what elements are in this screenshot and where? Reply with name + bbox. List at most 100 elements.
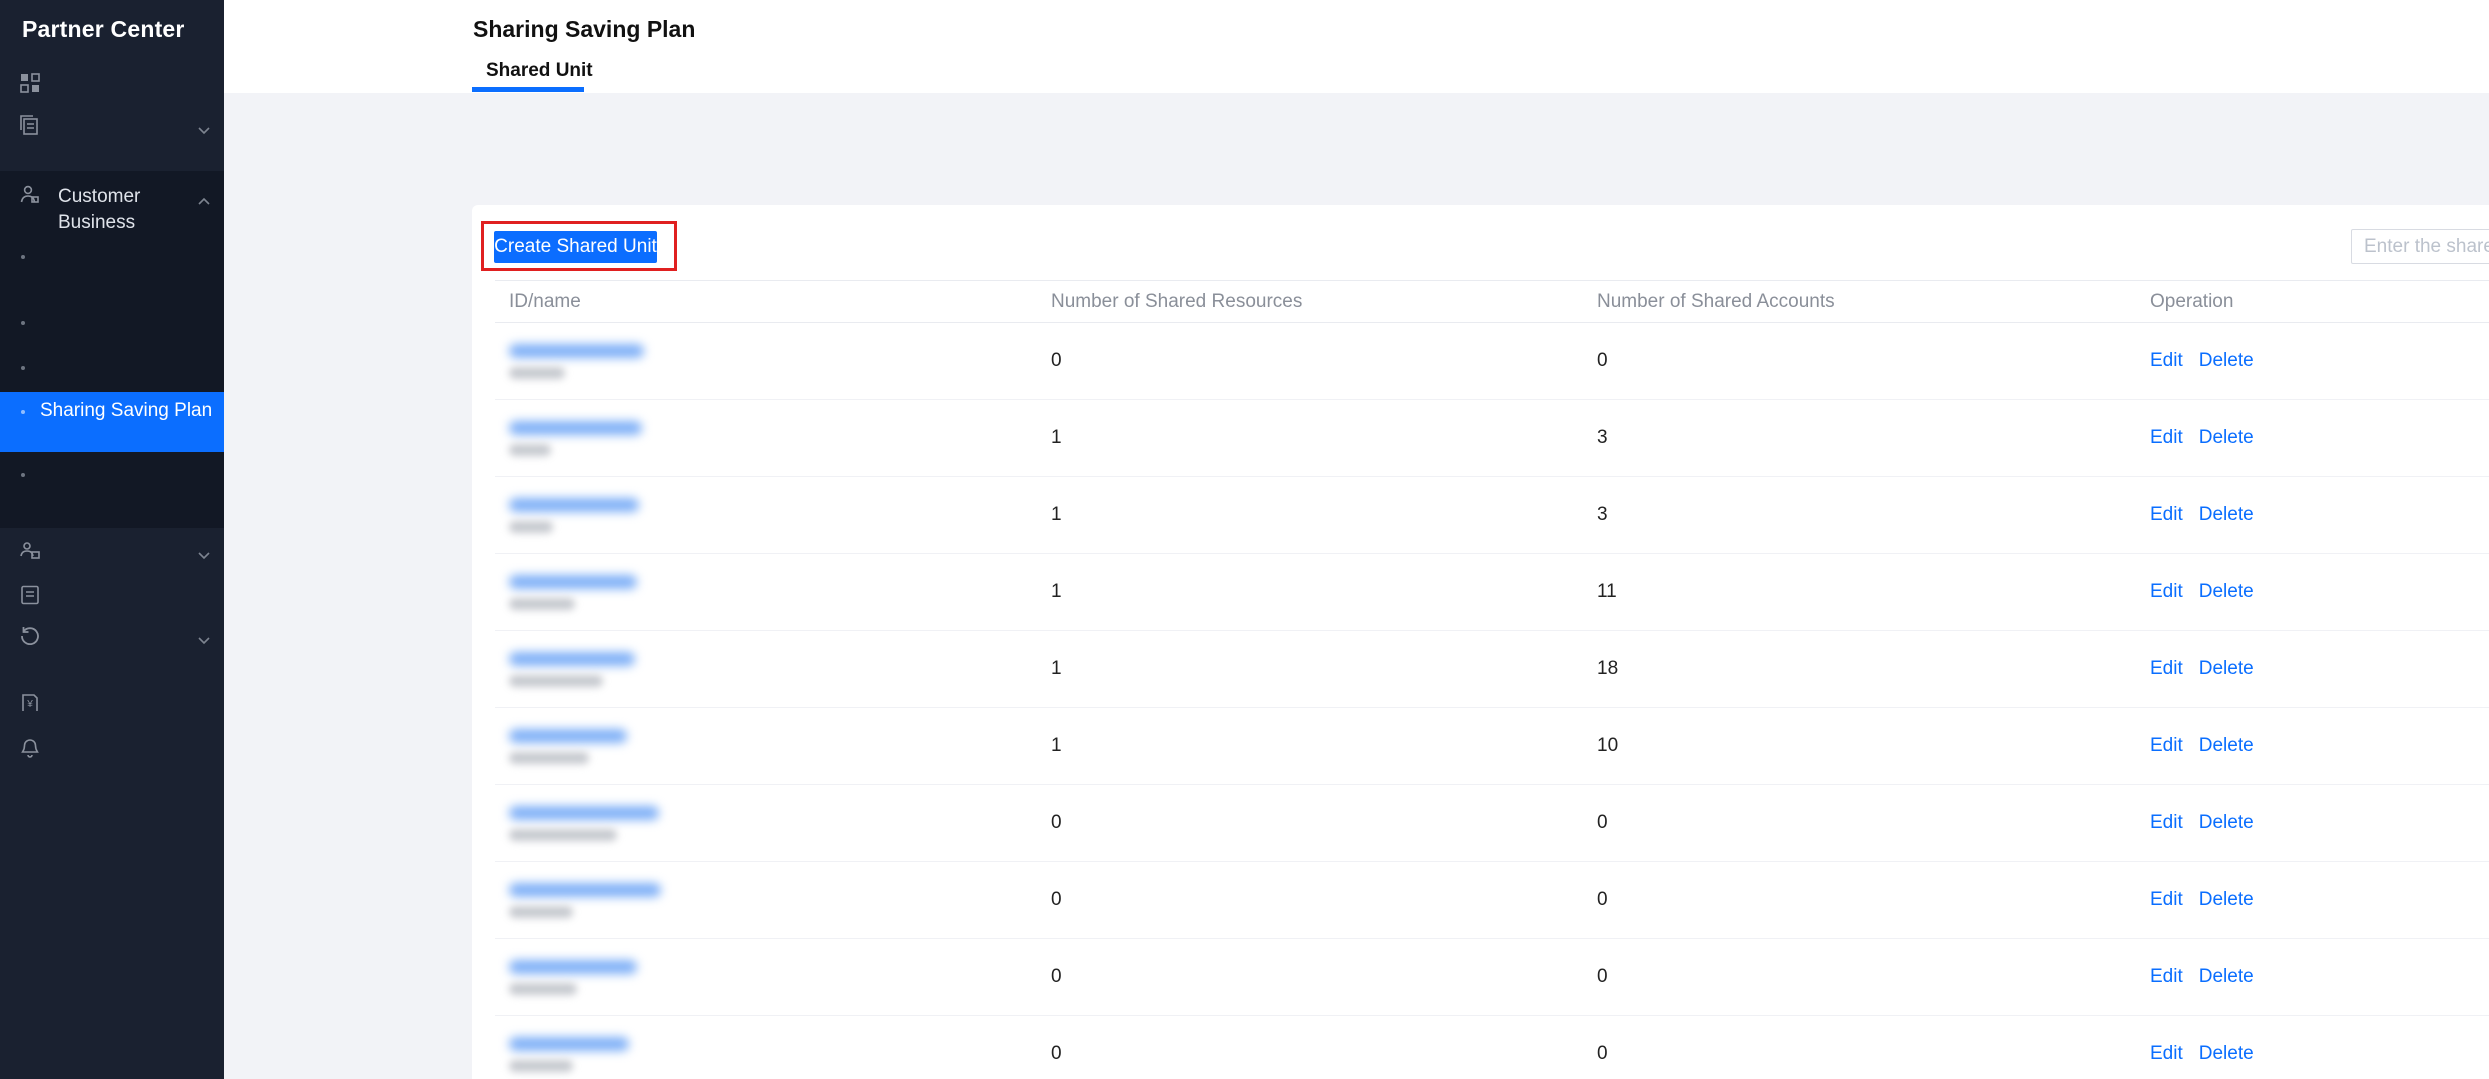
delete-link[interactable]: Delete <box>2199 658 2254 680</box>
tab-active-underline <box>472 87 584 92</box>
page-title: Sharing Saving Plan <box>473 16 696 42</box>
column-header-shared-accounts: Number of Shared Accounts <box>1597 290 1835 312</box>
delete-link[interactable]: Delete <box>2199 735 2254 757</box>
pages-icon <box>20 115 46 140</box>
sidebar-item-redacted-7[interactable] <box>0 737 224 763</box>
shared-unit-name-redacted <box>509 828 617 841</box>
column-header-id-name: ID/name <box>509 290 581 312</box>
create-shared-unit-button[interactable]: Create Shared Unit <box>494 231 657 263</box>
shared-unit-id-link-redacted[interactable] <box>509 343 644 358</box>
bullet-dot-icon <box>21 366 25 370</box>
shared-resources-count: 1 <box>1051 735 1062 756</box>
bullet-dot-icon <box>21 255 25 259</box>
table-row: 0 0 Edit Delete <box>495 1016 2489 1079</box>
chevron-down-icon <box>198 122 214 140</box>
shared-accounts-count: 0 <box>1597 889 1608 910</box>
shared-accounts-count: 0 <box>1597 966 1608 987</box>
shared-accounts-count: 3 <box>1597 427 1608 448</box>
bell-icon <box>20 738 46 763</box>
shared-unit-name-redacted <box>509 905 573 918</box>
shared-accounts-count: 11 <box>1597 581 1617 602</box>
sidebar-group-customer-business[interactable]: Customer Business <box>0 184 224 236</box>
sidebar-item-redacted-5[interactable] <box>0 624 224 650</box>
page-header: Sharing Saving Plan Shared Unit <box>224 0 2489 93</box>
sidebar-item-sharing-saving-plan[interactable]: Sharing Saving Plan <box>0 392 224 452</box>
edit-link[interactable]: Edit <box>2150 735 2183 757</box>
shared-unit-id-link-redacted[interactable] <box>509 728 627 743</box>
edit-link[interactable]: Edit <box>2150 427 2183 449</box>
shared-resources-count: 0 <box>1051 1043 1062 1064</box>
column-header-operation: Operation <box>2150 290 2234 312</box>
document-icon <box>20 585 46 610</box>
shared-unit-id-link-redacted[interactable] <box>509 651 635 666</box>
table-row: 0 0 Edit Delete <box>495 785 2489 862</box>
edit-link[interactable]: Edit <box>2150 889 2183 911</box>
shared-accounts-count: 10 <box>1597 735 1619 756</box>
edit-link[interactable]: Edit <box>2150 350 2183 372</box>
shared-accounts-count: 3 <box>1597 504 1608 525</box>
shared-unit-name-redacted <box>509 982 577 995</box>
shared-unit-id-link-redacted[interactable] <box>509 805 659 820</box>
shared-unit-name-redacted <box>509 674 603 687</box>
shared-resources-count: 0 <box>1051 966 1062 987</box>
column-header-shared-resources: Number of Shared Resources <box>1051 290 1303 312</box>
shared-unit-name-redacted <box>509 597 575 610</box>
id-card-icon <box>20 540 46 565</box>
table-row: 1 18 Edit Delete <box>495 631 2489 708</box>
chevron-down-icon <box>198 632 214 650</box>
delete-link[interactable]: Delete <box>2199 504 2254 526</box>
shared-unit-name-redacted <box>509 1059 573 1072</box>
shared-unit-name-redacted <box>509 366 565 379</box>
sidebar-item-redacted-3[interactable] <box>0 539 224 565</box>
bullet-dot-icon <box>21 321 25 325</box>
tab-shared-unit[interactable]: Shared Unit <box>486 60 593 82</box>
delete-link[interactable]: Delete <box>2199 1043 2254 1065</box>
delete-link[interactable]: Delete <box>2199 350 2254 372</box>
sidebar-item-redacted-6[interactable]: ¥ <box>0 692 224 718</box>
sidebar-item-redacted-4[interactable] <box>0 584 224 610</box>
shared-unit-id-link-redacted[interactable] <box>509 959 637 974</box>
sidebar-item-redacted-1[interactable] <box>0 72 224 98</box>
person-icon <box>20 185 46 210</box>
svg-text:¥: ¥ <box>26 699 33 710</box>
edit-link[interactable]: Edit <box>2150 812 2183 834</box>
search-input[interactable] <box>2352 235 2489 258</box>
shared-unit-id-link-redacted[interactable] <box>509 882 661 897</box>
shared-accounts-count: 18 <box>1597 658 1619 679</box>
edit-link[interactable]: Edit <box>2150 581 2183 603</box>
sidebar-group-label: Customer Business <box>58 186 141 233</box>
sidebar-item-redacted-2[interactable] <box>0 114 224 140</box>
table-row: 0 0 Edit Delete <box>495 323 2489 400</box>
search-box <box>2351 229 2489 264</box>
shared-unit-id-link-redacted[interactable] <box>509 420 642 435</box>
delete-link[interactable]: Delete <box>2199 427 2254 449</box>
content-area: Create Shared Unit ID/name Number of Sha… <box>224 93 2489 1079</box>
shared-resources-count: 0 <box>1051 812 1062 833</box>
table-header-row: ID/name Number of Shared Resources Numbe… <box>495 280 2489 323</box>
shared-accounts-count: 0 <box>1597 1043 1608 1064</box>
shared-resources-count: 0 <box>1051 350 1062 371</box>
sidebar-selected-label: Sharing Saving Plan <box>40 400 213 421</box>
partner-center-app: Partner Center Customer Business Sharing… <box>0 0 2489 1079</box>
chevron-down-icon <box>198 547 214 565</box>
delete-link[interactable]: Delete <box>2199 812 2254 834</box>
delete-link[interactable]: Delete <box>2199 889 2254 911</box>
bullet-dot-icon <box>21 410 25 414</box>
delete-link[interactable]: Delete <box>2199 581 2254 603</box>
brand-title: Partner Center <box>22 16 185 42</box>
sidebar: Partner Center Customer Business Sharing… <box>0 0 224 1079</box>
edit-link[interactable]: Edit <box>2150 504 2183 526</box>
table-row: 1 3 Edit Delete <box>495 477 2489 554</box>
shared-unit-id-link-redacted[interactable] <box>509 574 637 589</box>
shared-unit-card: Create Shared Unit ID/name Number of Sha… <box>472 205 2489 1079</box>
edit-link[interactable]: Edit <box>2150 1043 2183 1065</box>
table-row: 0 0 Edit Delete <box>495 862 2489 939</box>
edit-link[interactable]: Edit <box>2150 658 2183 680</box>
shared-unit-id-link-redacted[interactable] <box>509 497 639 512</box>
shared-resources-count: 1 <box>1051 658 1062 679</box>
grid-icon <box>20 73 46 98</box>
delete-link[interactable]: Delete <box>2199 966 2254 988</box>
shared-unit-id-link-redacted[interactable] <box>509 1036 629 1051</box>
table-row: 1 11 Edit Delete <box>495 554 2489 631</box>
edit-link[interactable]: Edit <box>2150 966 2183 988</box>
